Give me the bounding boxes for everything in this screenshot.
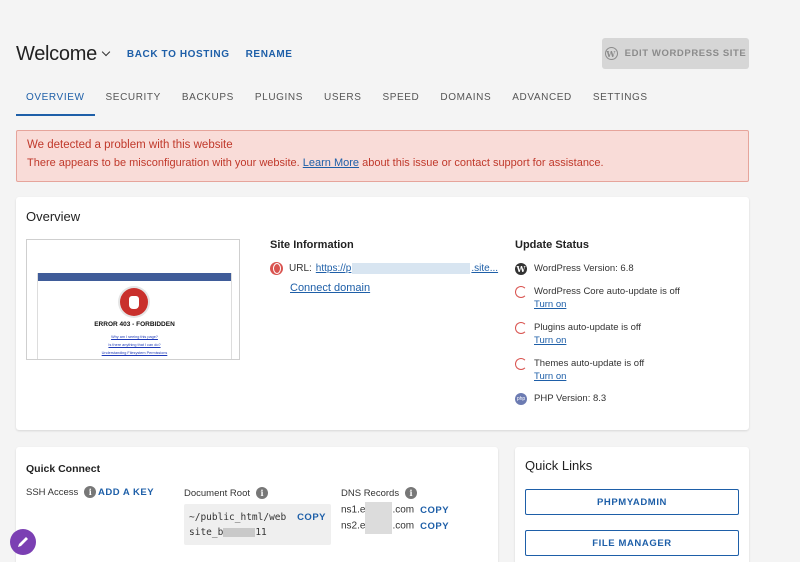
url-label: URL:: [289, 263, 312, 274]
stop-hand-icon: [120, 288, 148, 316]
rename-link[interactable]: RENAME: [246, 49, 293, 60]
thumbnail-link-3: Understanding Filesystem Permissions: [101, 351, 168, 355]
tab-overview[interactable]: OVERVIEW: [16, 86, 95, 116]
quick-links-card: Quick Links PHPMYADMIN FILE MANAGER: [515, 447, 749, 562]
tab-backups[interactable]: BACKUPS: [172, 86, 244, 116]
tab-bar: OVERVIEW SECURITY BACKUPS PLUGINS USERS …: [16, 86, 659, 116]
site-url-link[interactable]: https://p .site...: [316, 262, 498, 274]
ns1-record: ns1.e .com: [341, 502, 414, 518]
pencil-icon: [18, 537, 28, 547]
ssh-access-label: SSH Access: [26, 486, 79, 498]
php-version: PHP Version: 8.3: [534, 393, 607, 404]
wordpress-icon: W: [515, 263, 527, 275]
thumbnail-link-2: Is there anything that I can do?: [108, 343, 161, 347]
tab-plugins[interactable]: PLUGINS: [245, 86, 313, 116]
alert-text: There appears to be misconfiguration wit…: [27, 157, 738, 169]
dns-records-label: DNS Records: [341, 487, 400, 499]
site-title[interactable]: Welcome: [16, 43, 97, 66]
themes-update-status: Themes auto-update is off: [534, 358, 645, 369]
copy-document-root-button[interactable]: COPY: [297, 510, 326, 525]
thumbnail-header-bar: [38, 273, 231, 281]
tab-users[interactable]: USERS: [314, 86, 371, 116]
tab-speed[interactable]: SPEED: [372, 86, 429, 116]
quick-connect-title: Quick Connect: [26, 463, 101, 475]
themes-turn-on-link[interactable]: Turn on: [534, 371, 644, 382]
wordpress-icon: W: [604, 47, 618, 60]
quick-connect-card: Quick Connect SSH Access i ADD A KEY Doc…: [16, 447, 498, 562]
edit-wordpress-site-label: EDIT WORDPRESS SITE: [624, 48, 747, 59]
edit-wordpress-site-button[interactable]: W EDIT WORDPRESS SITE: [602, 38, 749, 69]
core-update-row: WordPress Core auto-update is off Turn o…: [515, 286, 680, 310]
thumbnail-page: ERROR 403 - FORBIDDEN Why am I seeing th…: [37, 273, 232, 359]
alert-text-after: about this issue or contact support for …: [359, 157, 604, 169]
core-turn-on-link[interactable]: Turn on: [534, 299, 680, 310]
problem-alert: We detected a problem with this website …: [16, 130, 749, 182]
path-redaction: [223, 528, 256, 537]
ns-redaction: [365, 502, 393, 518]
core-update-status: WordPress Core auto-update is off: [534, 286, 680, 297]
phpmyadmin-button[interactable]: PHPMYADMIN: [525, 489, 739, 515]
ns2-row: ns2.e .com COPY: [341, 518, 449, 534]
alert-text-before: There appears to be misconfiguration wit…: [27, 157, 303, 169]
overview-title: Overview: [26, 209, 81, 224]
title-row: Welcome BACK TO HOSTING RENAME: [16, 40, 293, 68]
info-icon[interactable]: i: [405, 487, 418, 499]
document-root-path-line2: site_b 11: [189, 527, 267, 538]
url-redaction: [352, 262, 471, 274]
update-status-title: Update Status: [515, 239, 589, 251]
wordpress-version: WordPress Version: 6.8: [534, 263, 634, 274]
overview-card: Overview ERROR 403 - FORBIDDEN Why am I …: [16, 197, 749, 430]
plugins-update-row: Plugins auto-update is off Turn on: [515, 322, 641, 346]
refresh-icon: [515, 358, 527, 370]
edit-fab-button[interactable]: [10, 529, 36, 555]
alert-title: We detected a problem with this website: [27, 139, 233, 151]
document-root-label: Document Root: [184, 487, 251, 499]
copy-ns1-button[interactable]: COPY: [420, 505, 449, 516]
thumbnail-error-title: ERROR 403 - FORBIDDEN: [94, 321, 175, 328]
tab-domains[interactable]: DOMAINS: [430, 86, 501, 116]
ns2-record: ns2.e .com: [341, 518, 414, 534]
php-icon: php: [515, 393, 527, 405]
tab-advanced[interactable]: ADVANCED: [502, 86, 582, 116]
document-root-label-row: Document Root i: [184, 487, 269, 499]
copy-ns2-button[interactable]: COPY: [420, 521, 449, 532]
document-root-box: ~/public_html/web site_b 11 COPY: [184, 504, 331, 545]
themes-update-row: Themes auto-update is off Turn on: [515, 358, 644, 382]
info-icon[interactable]: i: [84, 486, 97, 498]
quick-links-title: Quick Links: [525, 458, 593, 473]
back-to-hosting-link[interactable]: BACK TO HOSTING: [127, 49, 230, 60]
tab-settings[interactable]: SETTINGS: [583, 86, 658, 116]
refresh-icon: [515, 286, 527, 298]
dns-records-label-row: DNS Records i: [341, 487, 418, 499]
tab-security[interactable]: SECURITY: [96, 86, 171, 116]
site-information-title: Site Information: [270, 239, 354, 251]
thumbnail-link-1: Why am I seeing this page?: [111, 335, 158, 339]
globe-icon: [270, 262, 283, 275]
learn-more-link[interactable]: Learn More: [303, 157, 359, 169]
connect-domain-link[interactable]: Connect domain: [290, 282, 370, 294]
file-manager-button[interactable]: FILE MANAGER: [525, 530, 739, 556]
plugins-turn-on-link[interactable]: Turn on: [534, 335, 641, 346]
chevron-down-icon[interactable]: [101, 47, 111, 57]
wordpress-version-row: W WordPress Version: 6.8: [515, 263, 634, 275]
refresh-icon: [515, 322, 527, 334]
ns-redaction: [365, 518, 393, 534]
plugins-update-status: Plugins auto-update is off: [534, 322, 642, 333]
site-thumbnail[interactable]: ERROR 403 - FORBIDDEN Why am I seeing th…: [26, 239, 240, 360]
url-row: URL: https://p .site...: [270, 262, 498, 275]
add-a-key-button[interactable]: ADD A KEY: [98, 487, 154, 498]
ssh-access-label-row: SSH Access i: [26, 486, 97, 498]
ns1-row: ns1.e .com COPY: [341, 502, 449, 518]
php-version-row: php PHP Version: 8.3: [515, 393, 606, 405]
info-icon[interactable]: i: [256, 487, 269, 499]
